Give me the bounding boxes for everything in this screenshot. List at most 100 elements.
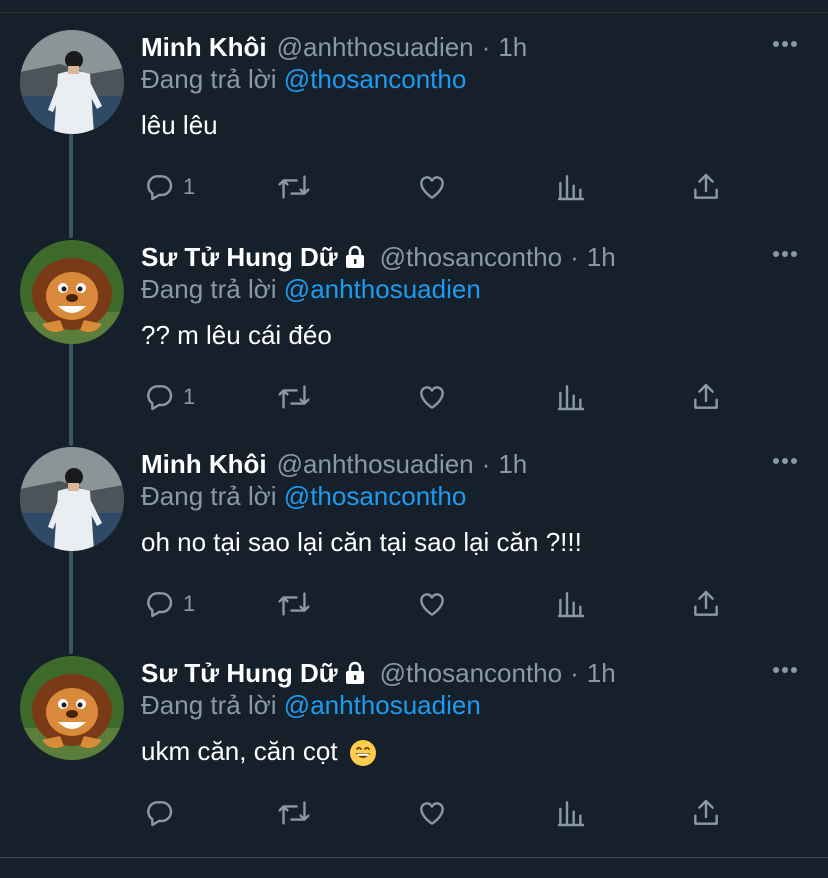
avatar[interactable] [20,240,124,344]
separator-dot: · [481,31,491,62]
share-button[interactable] [690,169,722,205]
tweet-text-content: ?? m lêu cái đéo [141,320,332,350]
tweet[interactable]: Sư Tử Hung Dữ @thosancontho · 1h Đang tr… [0,638,828,846]
tweet-actions [0,795,828,831]
analytics-icon [557,592,585,618]
replying-to-label: Đang trả lời [141,64,277,94]
more-icon[interactable] [772,666,798,674]
display-name[interactable]: Sư Tử Hung Dữ [141,242,338,273]
share-button[interactable] [690,586,722,622]
retweet-icon [278,592,310,616]
reply-button[interactable]: 1 [143,379,195,415]
share-icon [694,590,718,616]
share-button[interactable] [690,795,722,831]
replying-to: Đang trả lời @thosancontho [141,64,466,95]
tweet-header: Sư Tử Hung Dữ @thosancontho · 1h [141,239,616,275]
lock-icon [345,245,364,268]
user-handle[interactable]: @thosancontho [380,658,563,689]
tweet-actions: 1 [0,586,828,622]
tweet-text: lêu lêu [141,110,218,141]
person-photo-avatar-image [20,447,124,551]
tweet-text-content: lêu lêu [141,110,218,140]
user-handle[interactable]: @anhthosuadien [277,32,474,63]
replying-to: Đang trả lời @thosancontho [141,481,466,512]
analytics-icon [557,385,585,411]
tweet[interactable]: Sư Tử Hung Dữ @thosancontho · 1h Đang tr… [0,222,828,430]
retweet-button[interactable] [277,169,311,205]
more-icon[interactable] [772,40,798,48]
retweet-button[interactable] [277,379,311,415]
timestamp[interactable]: 1h [498,32,527,63]
tweet-text: ?? m lêu cái đéo [141,320,332,351]
more-icon[interactable] [772,250,798,258]
like-button[interactable] [416,169,448,205]
tweet[interactable]: Minh Khôi @anhthosuadien · 1h Đang trả l… [0,429,828,637]
reply-icon [147,801,173,827]
tweet[interactable]: Minh Khôi @anhthosuadien · 1h Đang trả l… [0,12,828,220]
analytics-icon [557,175,585,201]
analytics-icon [557,801,585,827]
timestamp[interactable]: 1h [587,658,616,689]
replying-to-label: Đang trả lời [141,690,277,720]
like-icon [420,176,444,199]
like-icon [420,593,444,616]
timestamp[interactable]: 1h [587,242,616,273]
replying-to: Đang trả lời @anhthosuadien [141,690,481,721]
lion-cartoon-avatar-image [20,656,124,760]
like-icon [420,802,444,825]
separator-dot: · [481,448,491,479]
tweet-text: ukm căn, căn cọt [141,736,377,767]
replying-to-label: Đang trả lời [141,481,277,511]
replying-to-handle[interactable]: @thosancontho [284,481,467,511]
user-handle[interactable]: @anhthosuadien [277,449,474,480]
analytics-button[interactable] [555,795,587,831]
retweet-button[interactable] [277,586,311,622]
separator-dot: · [570,241,579,272]
share-button[interactable] [690,379,722,415]
tweet-actions: 1 [0,169,828,205]
replying-to-handle[interactable]: @thosancontho [284,64,467,94]
avatar[interactable] [20,447,124,551]
person-photo-avatar-image [20,30,124,134]
analytics-button[interactable] [555,379,587,415]
retweet-icon [278,175,310,199]
display-name[interactable]: Sư Tử Hung Dữ [141,658,338,689]
reply-count: 1 [183,591,196,616]
avatar[interactable] [20,30,124,134]
like-button[interactable] [416,379,448,415]
reply-icon [147,385,173,411]
reply-icon [147,175,173,201]
retweet-icon [278,385,310,409]
like-button[interactable] [416,586,448,622]
reply-button[interactable]: 1 [143,586,195,622]
avatar[interactable] [20,656,124,760]
tweet-actions: 1 [0,379,828,415]
retweet-button[interactable] [277,795,311,831]
replying-to-label: Đang trả lời [141,274,277,304]
retweet-icon [278,801,310,825]
analytics-button[interactable] [555,169,587,205]
reply-count: 1 [183,384,196,409]
replying-to: Đang trả lời @anhthosuadien [141,274,481,305]
share-icon [694,799,718,825]
lion-cartoon-avatar-image [20,240,124,344]
timestamp[interactable]: 1h [498,449,527,480]
bottom-divider [0,857,828,858]
separator-dot: · [570,657,579,688]
like-button[interactable] [416,795,448,831]
tweet-header: Minh Khôi @anhthosuadien · 1h [141,29,527,65]
user-handle[interactable]: @thosancontho [380,242,563,273]
tweet-text-content: oh no tại sao lại căn tại sao lại căn ?!… [141,527,582,557]
display-name[interactable]: Minh Khôi [141,449,267,480]
reply-icon [147,592,173,618]
display-name[interactable]: Minh Khôi [141,32,267,63]
reply-button[interactable]: 1 [143,169,195,205]
replying-to-handle[interactable]: @anhthosuadien [284,274,481,304]
more-icon[interactable] [772,457,798,465]
share-icon [694,383,718,409]
analytics-button[interactable] [555,586,587,622]
reply-count: 1 [183,174,196,199]
replying-to-handle[interactable]: @anhthosuadien [284,690,481,720]
like-icon [420,386,444,409]
reply-button[interactable] [143,795,183,831]
